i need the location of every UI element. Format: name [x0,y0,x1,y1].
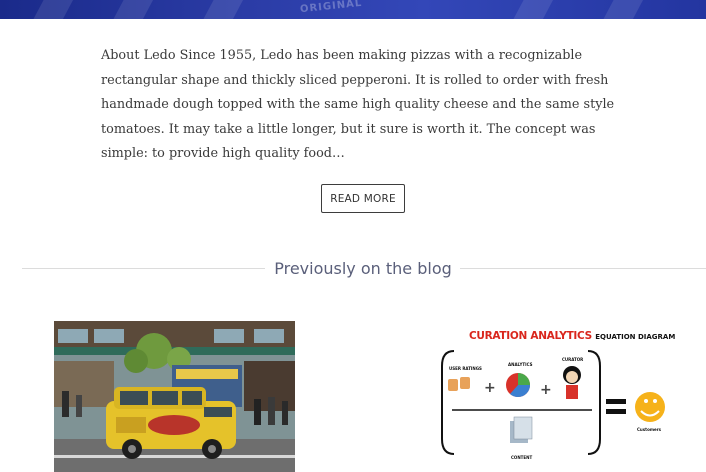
divider-right [460,268,706,269]
blog-section-heading: Previously on the blog [274,259,452,278]
label-content: CONTENT [511,455,533,460]
label-customers: Customers [637,427,662,432]
about-paragraph: About Ledo Since 1955, Ledo has been mak… [101,48,615,161]
banner-word: ORIGINAL [299,0,363,16]
car-photo-illustration [54,321,295,472]
label-user-ratings: USER RATINGS [449,366,482,371]
label-analytics: ANALYTICS [508,362,533,367]
svg-text:+: + [540,382,552,398]
svg-text:+: + [484,380,496,396]
equation-diagram: + + [441,350,665,455]
read-more-button[interactable]: READ MORE [321,184,405,213]
blog-post-image-diagram[interactable]: CURATION ANALYTICS EQUATION DIAGRAM + + [424,321,684,472]
label-curator: CURATOR [562,357,584,362]
blog-post-image-car[interactable] [54,321,295,472]
top-banner: ORIGINAL [0,0,706,19]
divider-left [22,268,265,269]
